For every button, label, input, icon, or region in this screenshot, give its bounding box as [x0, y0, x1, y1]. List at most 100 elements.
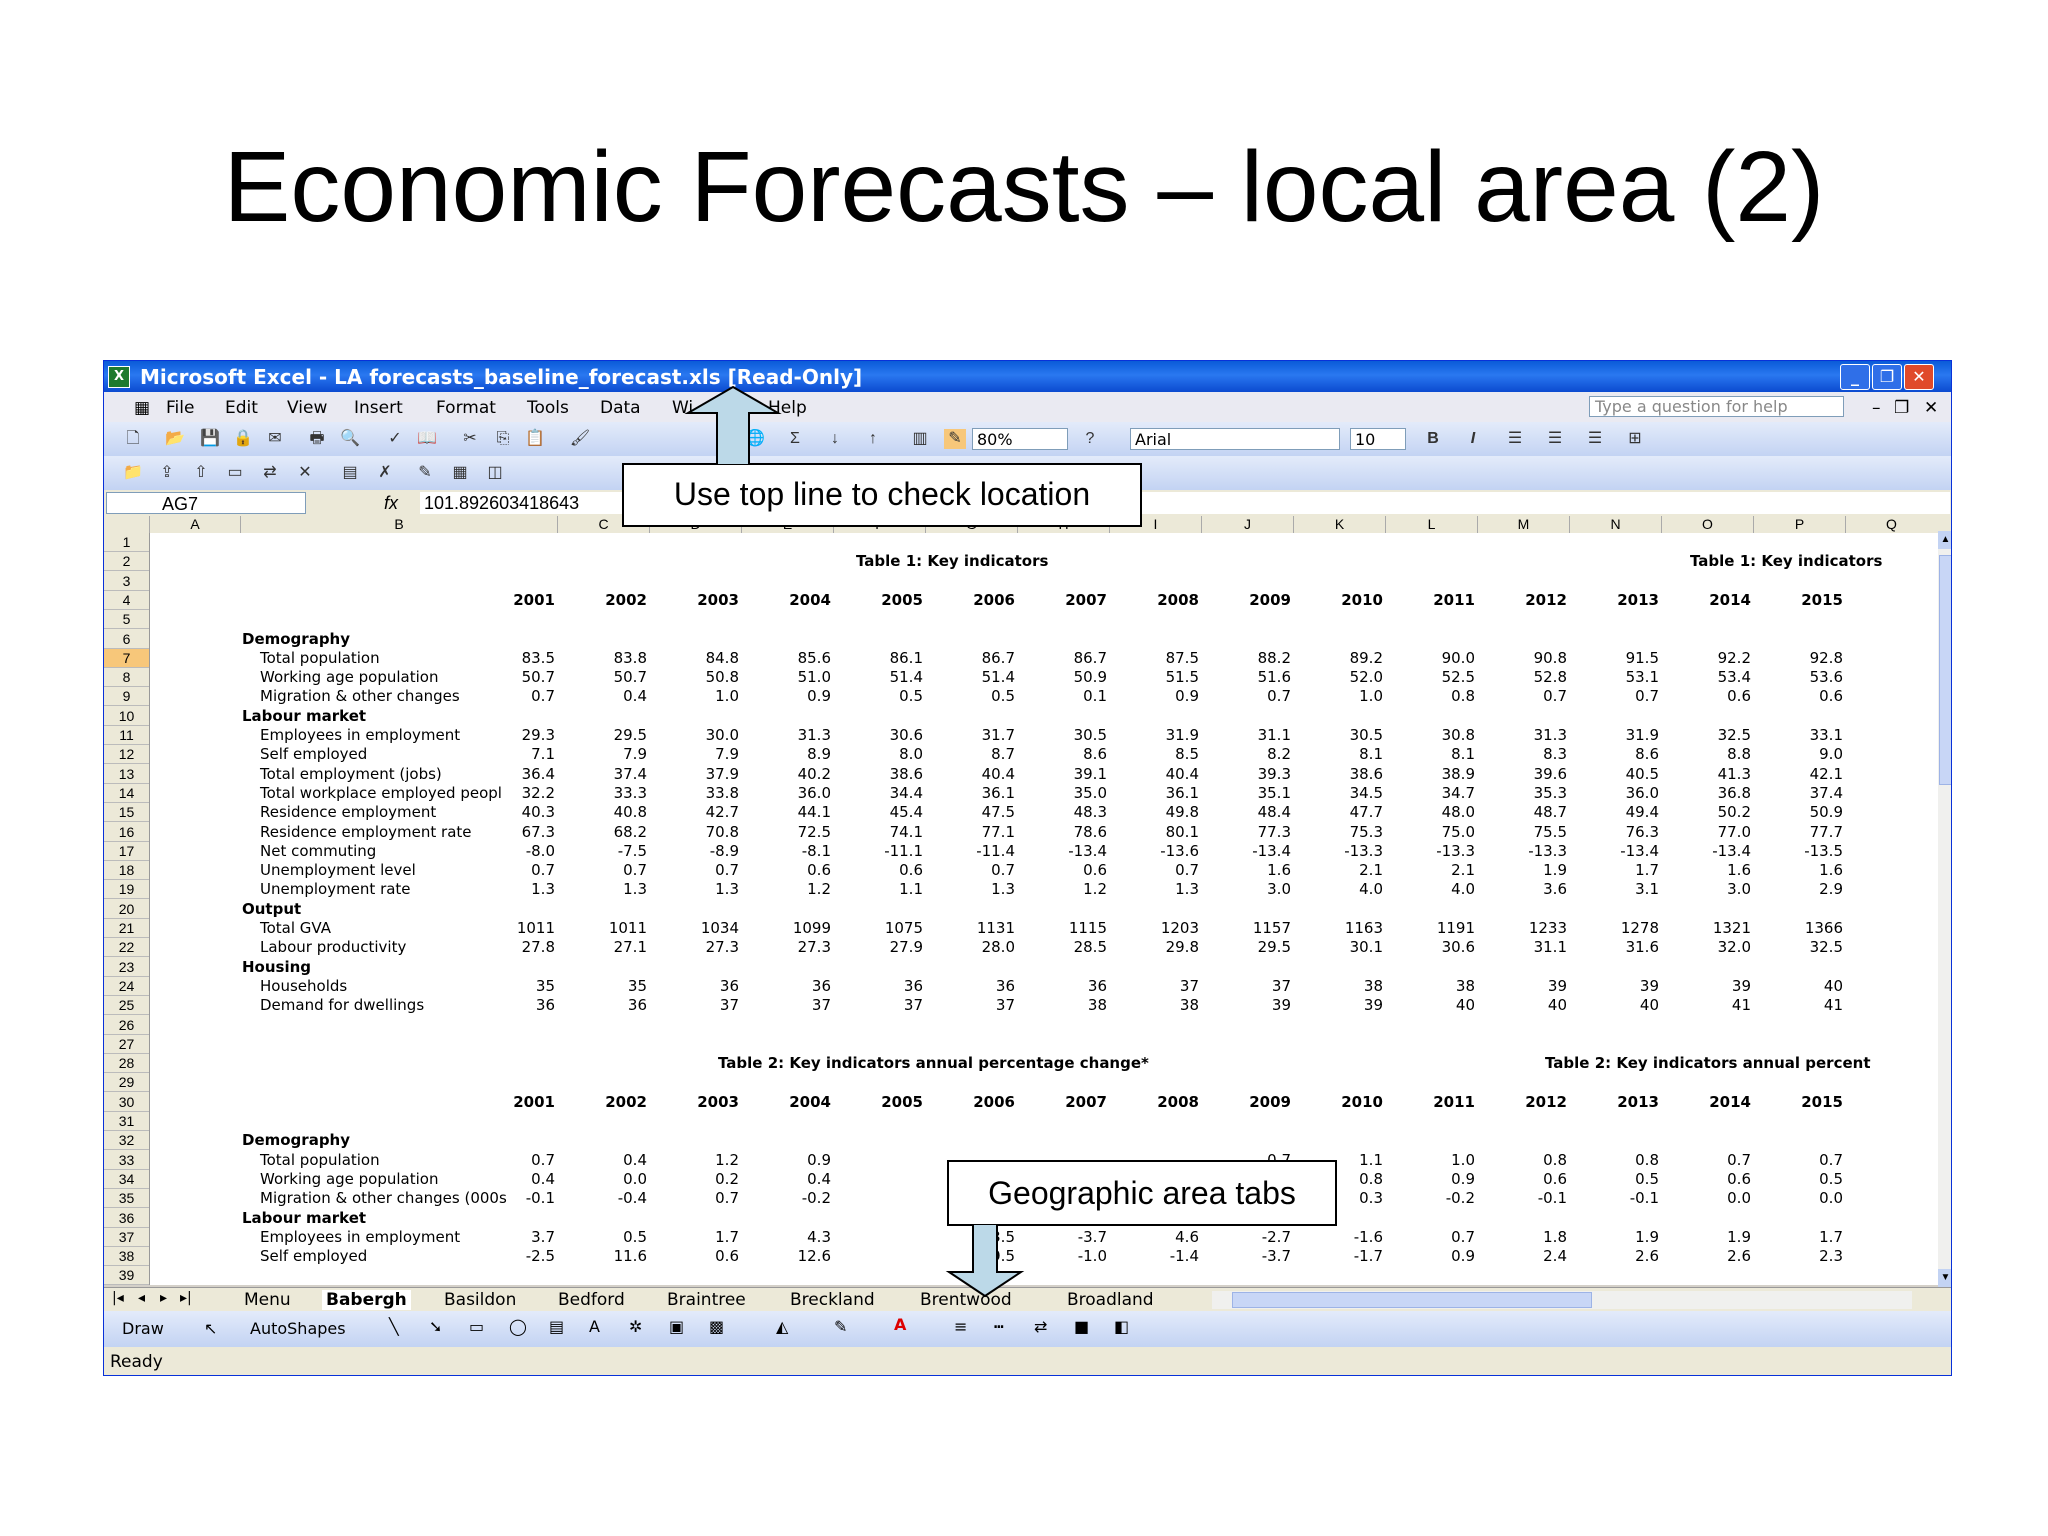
menu-format[interactable]: Format	[436, 398, 496, 418]
row-header-cell[interactable]: 31	[104, 1112, 149, 1131]
sheet-tab-braintree[interactable]: Braintree	[667, 1290, 746, 1310]
close-button[interactable]: ✕	[1904, 364, 1934, 390]
scroll-up-icon[interactable]: ▲	[1938, 531, 1951, 549]
row-header-cell[interactable]: 30	[104, 1093, 149, 1112]
row-header-cell[interactable]: 17	[104, 842, 149, 861]
sheet-tab-breckland[interactable]: Breckland	[790, 1290, 875, 1310]
col-header[interactable]: A	[149, 516, 240, 533]
minimize-button[interactable]: _	[1840, 364, 1870, 390]
row-header-cell[interactable]: 8	[104, 668, 149, 688]
scroll-thumb[interactable]	[1939, 555, 1951, 785]
sort-ascending-icon[interactable]: ↓	[824, 429, 846, 449]
row-header-cell[interactable]: 34	[104, 1170, 149, 1189]
row-header-cell[interactable]: 12	[104, 745, 149, 765]
rectangle-icon[interactable]: ▭	[469, 1317, 484, 1336]
row-header-cell[interactable]: 2	[104, 552, 149, 572]
clipart-icon[interactable]: ▣	[669, 1317, 684, 1336]
name-box[interactable]: AG7	[106, 492, 306, 514]
row-header-cell[interactable]: 22	[104, 938, 149, 958]
shadow-icon[interactable]: ■	[1074, 1317, 1089, 1336]
row-header-cell[interactable]: 21	[104, 919, 149, 938]
menu-data[interactable]: Data	[600, 398, 641, 418]
row-header-cell[interactable]: 13	[104, 765, 149, 784]
3d-icon[interactable]: ◧	[1114, 1317, 1129, 1336]
ink-icon[interactable]: ◫	[484, 463, 506, 483]
copy-icon[interactable]: ⎘	[492, 429, 514, 449]
format-painter-icon[interactable]: 🖌	[569, 429, 591, 449]
zoom-select[interactable]: 80%	[972, 428, 1068, 450]
row-header-cell[interactable]: 33	[104, 1151, 149, 1170]
row-header-cell[interactable]: 23	[104, 958, 149, 977]
track-icon[interactable]: ▤	[339, 463, 361, 483]
open-icon[interactable]: 📂	[164, 429, 186, 449]
col-header[interactable]: N	[1569, 516, 1661, 533]
horizontal-scrollbar[interactable]	[1212, 1291, 1912, 1309]
row-header-cell[interactable]: 29	[104, 1073, 149, 1093]
reply-icon[interactable]: ⇧	[190, 463, 212, 483]
folder-icon[interactable]: 📁	[122, 463, 144, 483]
scroll-down-icon[interactable]: ▼	[1938, 1269, 1951, 1287]
line-color-icon[interactable]: ✎	[834, 1317, 847, 1336]
row-header-cell[interactable]: 32	[104, 1131, 149, 1151]
row-header-cell[interactable]: 5	[104, 610, 149, 630]
sheet-tab-babergh[interactable]: Babergh	[322, 1290, 411, 1310]
cut-icon[interactable]: ✂	[459, 429, 481, 449]
row-header-cell[interactable]: 18	[104, 861, 149, 881]
fill-color-icon[interactable]: ◭	[776, 1317, 788, 1336]
research-icon[interactable]: 📖	[416, 429, 438, 449]
first-sheet-icon[interactable]: |◂	[112, 1290, 124, 1306]
row-header-cell[interactable]: 35	[104, 1189, 149, 1209]
font-color-icon[interactable]: A	[894, 1315, 906, 1334]
align-left-icon[interactable]: ☰	[1504, 429, 1526, 449]
font-size-select[interactable]: 10	[1350, 428, 1406, 450]
col-header[interactable]: B	[240, 516, 557, 533]
row-header-cell[interactable]: 1	[104, 533, 149, 552]
edit-comment-icon[interactable]: ✎	[414, 463, 436, 483]
next-sheet-icon[interactable]: ▸	[160, 1290, 167, 1306]
permission-icon[interactable]: 🔒	[232, 429, 254, 449]
align-center-icon[interactable]: ☰	[1544, 429, 1566, 449]
font-name-select[interactable]: Arial	[1130, 428, 1340, 450]
fx-icon[interactable]: fx	[384, 493, 398, 514]
col-header[interactable]: J	[1201, 516, 1293, 533]
row-header-cell[interactable]: 25	[104, 996, 149, 1016]
row-header-cell[interactable]: 14	[104, 784, 149, 803]
textbox-icon[interactable]: ▤	[549, 1317, 564, 1336]
menu-tools[interactable]: Tools	[527, 398, 569, 418]
menu-edit[interactable]: Edit	[225, 398, 258, 418]
horizontal-scroll-thumb[interactable]	[1232, 1292, 1592, 1308]
vertical-scrollbar[interactable]: ▲ ▼	[1938, 531, 1951, 1287]
col-header[interactable]: K	[1293, 516, 1385, 533]
autosum-icon[interactable]: Σ	[784, 429, 806, 449]
row-header-cell[interactable]: 11	[104, 726, 149, 745]
sheet-tab-bedford[interactable]: Bedford	[558, 1290, 625, 1310]
doc-restore-icon[interactable]: ❐	[1894, 398, 1909, 418]
help-icon[interactable]: ?	[1079, 429, 1101, 449]
italic-button[interactable]: I	[1462, 429, 1484, 449]
row-header-cell[interactable]: 26	[104, 1016, 149, 1035]
send-icon[interactable]: ⇪	[156, 463, 178, 483]
autoshapes-menu[interactable]: AutoShapes	[250, 1319, 346, 1338]
row-header-cell[interactable]: 36	[104, 1209, 149, 1228]
row-header-cell[interactable]: 4	[104, 591, 149, 610]
row-header-cell[interactable]: 19	[104, 880, 149, 900]
chart-wizard-icon[interactable]: ▥	[909, 429, 931, 449]
wordart-icon[interactable]: A	[589, 1317, 600, 1336]
picture-icon[interactable]: ▩	[709, 1317, 724, 1336]
bold-button[interactable]: B	[1422, 429, 1444, 449]
workbook-icon[interactable]: ▦	[134, 398, 150, 418]
reject-icon[interactable]: ✗	[374, 463, 396, 483]
delete-comment-icon[interactable]: ✕	[294, 463, 316, 483]
doc-close-icon[interactable]: ✕	[1924, 398, 1938, 418]
help-search-input[interactable]: Type a question for help	[1589, 396, 1844, 417]
oval-icon[interactable]: ◯	[509, 1317, 527, 1336]
diagram-icon[interactable]: ✲	[629, 1317, 642, 1336]
menu-file[interactable]: File	[166, 398, 194, 418]
line-icon[interactable]: ╲	[389, 1317, 399, 1336]
drawing-icon[interactable]: ✎	[944, 429, 966, 449]
comment-icon[interactable]: ▭	[224, 463, 246, 483]
prev-sheet-icon[interactable]: ◂	[138, 1290, 145, 1306]
dash-style-icon[interactable]: ┅	[994, 1317, 1004, 1336]
col-header[interactable]: L	[1385, 516, 1477, 533]
row-header-cell[interactable]: 38	[104, 1247, 149, 1267]
